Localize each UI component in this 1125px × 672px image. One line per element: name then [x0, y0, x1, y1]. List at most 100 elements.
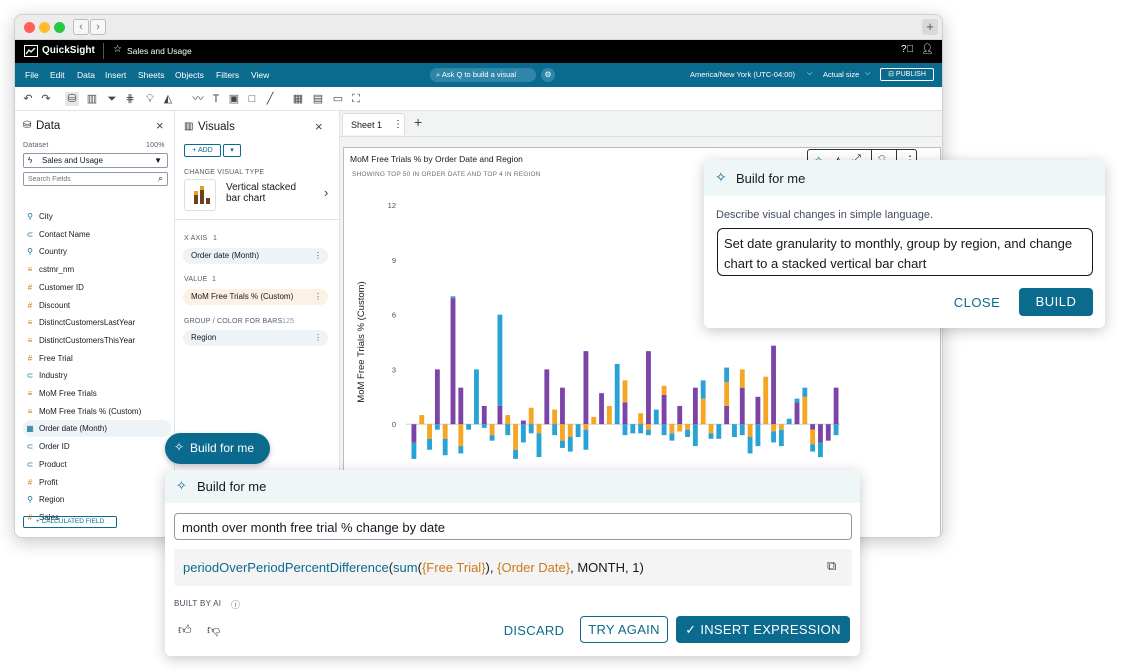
field-item[interactable]: ⚲ Country — [23, 243, 171, 260]
footer-icon[interactable]: ▭ — [331, 92, 345, 106]
build-button[interactable]: BUILD — [1019, 288, 1093, 316]
field-item[interactable]: ⊂ Product — [23, 456, 171, 473]
bar-segment — [661, 385, 667, 395]
new-tab-button[interactable]: + — [922, 19, 938, 35]
add-visual-button[interactable]: + ADD — [184, 144, 221, 157]
kebab-menu-icon[interactable]: ⋮ — [393, 119, 403, 130]
close-button[interactable]: CLOSE — [948, 295, 1006, 310]
bar-segment — [669, 433, 675, 441]
build-for-me-chip[interactable]: ✧ Build for me — [165, 433, 270, 464]
field-item[interactable]: ⚲ City — [23, 208, 171, 225]
parameters-icon[interactable]: ⋕ — [123, 92, 137, 106]
add-dropdown-button[interactable]: ▾ — [223, 144, 241, 157]
kebab-menu-icon[interactable]: ⋮ — [314, 289, 322, 305]
field-item[interactable]: ≡ DistinctCustomersLastYear — [23, 314, 171, 331]
line-chart-icon[interactable]: 〰 — [191, 92, 205, 106]
field-item[interactable]: ⚲ Region — [23, 491, 171, 508]
q-settings-icon[interactable]: ⚙ — [541, 68, 555, 82]
themes-icon[interactable]: ◭ — [161, 92, 175, 106]
actual-size-select[interactable]: Actual size — [823, 70, 859, 79]
field-item[interactable]: # Profit — [23, 474, 171, 491]
image-icon[interactable]: ▣ — [227, 92, 241, 106]
text-icon[interactable]: T — [209, 92, 223, 106]
field-item[interactable]: # Discount — [23, 297, 171, 314]
insights-icon[interactable]: 💡︎ — [143, 92, 157, 106]
maximize-window-icon[interactable] — [54, 22, 65, 33]
field-item[interactable]: ≡ MoM Free Trials — [23, 385, 171, 402]
sheet-tab[interactable]: Sheet 1 ⋮ — [342, 113, 405, 135]
bar-segment — [505, 424, 511, 436]
thumbs-down-icon[interactable]: 👎︎ — [207, 622, 220, 638]
discard-button[interactable]: DISCARD — [502, 623, 566, 638]
date-field-icon: ▦ — [26, 424, 34, 434]
copy-icon[interactable]: ⧉ — [827, 558, 836, 574]
redo-icon[interactable]: ↷ — [39, 92, 53, 106]
menu-file[interactable]: File — [25, 70, 39, 80]
menu-edit[interactable]: Edit — [50, 70, 65, 80]
field-item[interactable]: # Free Trial — [23, 350, 171, 367]
filter-icon[interactable]: ⏷ — [105, 92, 119, 106]
add-calculated-field-button[interactable]: + CALCULATED FIELD — [23, 516, 117, 528]
header-icon[interactable]: ▤ — [311, 92, 325, 106]
close-icon[interactable]: × — [315, 119, 323, 134]
forward-button[interactable]: › — [90, 19, 106, 35]
bar-segment — [708, 424, 714, 434]
user-icon[interactable]: 👤︎ — [921, 44, 934, 55]
info-icon[interactable]: ⓘ — [231, 598, 240, 611]
field-item[interactable]: ≡ MoM Free Trials % (Custom) — [23, 403, 171, 420]
value-field-well[interactable]: MoM Free Trials % (Custom) ⋮ — [183, 289, 328, 305]
search-fields-input[interactable] — [28, 174, 148, 184]
undo-icon[interactable]: ↶ — [21, 92, 35, 106]
field-item[interactable]: # Customer ID — [23, 279, 171, 296]
visual-type-selector[interactable]: Vertical stacked bar chart › — [184, 179, 334, 211]
prompt-textarea[interactable]: Set date granularity to monthly, group b… — [717, 228, 1093, 276]
kebab-menu-icon[interactable]: ⋮ — [314, 248, 322, 264]
bar-segment — [489, 424, 495, 436]
field-item[interactable]: ≡ DistinctCustomersThisYear — [23, 332, 171, 349]
field-item[interactable]: ▦ Order date (Month) — [23, 420, 171, 438]
bar-segment — [497, 314, 503, 406]
close-icon[interactable]: × — [156, 118, 164, 133]
shape-icon[interactable]: □ — [245, 92, 259, 106]
search-icon: ⌕ — [157, 173, 163, 183]
timezone-select[interactable]: America/New York (UTC-04:00) — [690, 70, 795, 79]
back-button[interactable]: ‹ — [73, 19, 89, 35]
fit-icon[interactable]: ⛶ — [349, 92, 363, 106]
dataset-select[interactable]: ϟ Sales and Usage ▼ — [23, 153, 168, 168]
try-again-button[interactable]: TRY AGAIN — [580, 616, 668, 643]
expr-field: {Order Date} — [497, 560, 571, 575]
hash-field-icon: # — [27, 282, 33, 292]
calc-prompt-input[interactable]: month over month free trial % change by … — [174, 513, 852, 540]
search-fields-box[interactable]: ⌕ — [23, 172, 168, 186]
close-window-icon[interactable] — [24, 22, 35, 33]
publish-button[interactable]: ⊟ PUBLISH — [880, 68, 934, 81]
layout-icon[interactable]: ▦ — [291, 92, 305, 106]
field-item[interactable]: ⊂ Industry — [23, 367, 171, 384]
menu-data[interactable]: Data — [77, 70, 95, 80]
field-item[interactable]: ≡ cstmr_nm — [23, 261, 171, 278]
add-sheet-button[interactable]: + — [414, 114, 422, 130]
dataset-icon[interactable]: ⛁ — [65, 92, 79, 106]
thumbs-up-icon[interactable]: 👍︎ — [178, 622, 192, 638]
menu-insert[interactable]: Insert — [105, 70, 126, 80]
line-icon[interactable]: ╱ — [263, 92, 277, 106]
menu-view[interactable]: View — [251, 70, 269, 80]
minimize-window-icon[interactable] — [39, 22, 50, 33]
help-icon[interactable]: ?⃝ — [901, 44, 914, 55]
data-panel-title: Data — [36, 120, 61, 132]
field-label: Contact Name — [39, 229, 91, 239]
insert-expression-button[interactable]: ✓ INSERT EXPRESSION — [676, 616, 850, 643]
kebab-menu-icon[interactable]: ⋮ — [314, 330, 322, 346]
menu-objects[interactable]: Objects — [175, 70, 204, 80]
x-axis-field-well[interactable]: Order date (Month) ⋮ — [183, 248, 328, 264]
field-item[interactable]: ⊂ Order ID — [23, 438, 171, 455]
menu-sheets[interactable]: Sheets — [138, 70, 164, 80]
menu-filters[interactable]: Filters — [216, 70, 239, 80]
bar-segment — [442, 424, 448, 439]
bar-segment — [528, 424, 534, 434]
ask-q-button[interactable]: ⌕ Ask Q to build a visual — [430, 68, 536, 82]
visuals-icon[interactable]: ▥ — [85, 92, 99, 106]
group-field-well[interactable]: Region ⋮ — [183, 330, 328, 346]
field-item[interactable]: ⊂ Contact Name — [23, 226, 171, 243]
star-icon[interactable]: ☆ — [113, 44, 122, 55]
